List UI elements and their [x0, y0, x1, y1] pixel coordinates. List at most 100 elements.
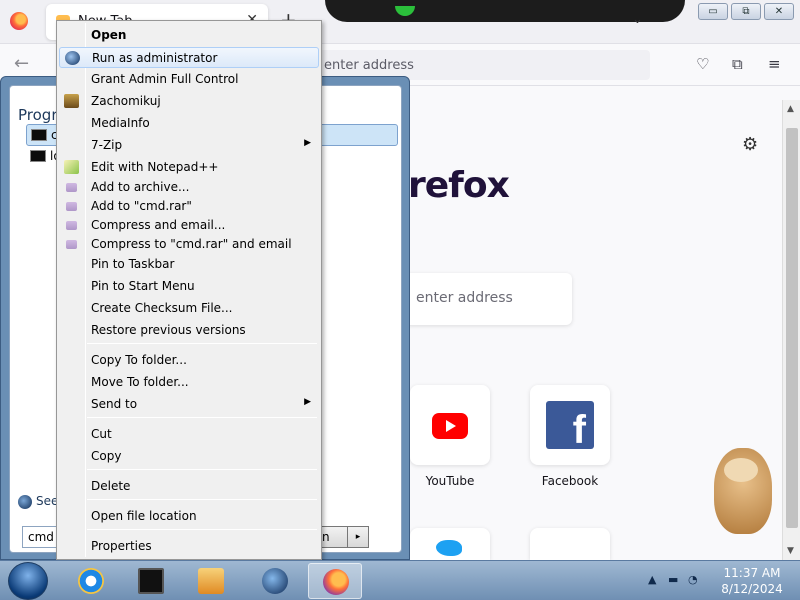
overlay-banner	[325, 0, 685, 22]
shortcut-youtube-label: YouTube	[425, 474, 475, 488]
shortcut-facebook[interactable]: f	[530, 385, 610, 465]
youtube-icon	[432, 413, 468, 439]
context-menu-item-pin-to-taskbar[interactable]: Pin to Taskbar	[59, 254, 319, 275]
context-menu-item-label: Edit with Notepad++	[91, 160, 219, 174]
context-menu-item-label: Cut	[91, 427, 112, 441]
menu-icon[interactable]: ≡	[768, 55, 781, 73]
context-menu-item-label: Move To folder...	[91, 375, 189, 389]
context-menu-item-label: Restore previous versions	[91, 323, 246, 337]
winrar-archive-icon	[66, 202, 77, 211]
context-menu-item-open-file-location[interactable]: Open file location	[59, 506, 319, 527]
context-menu-item-label: Compress to "cmd.rar" and email	[91, 237, 292, 251]
context-menu-item-label: Copy To folder...	[91, 353, 187, 367]
context-menu-item-compress-and-email[interactable]: Compress and email...	[59, 215, 319, 236]
restore-button[interactable]: ⧉	[731, 3, 761, 20]
submenu-arrow-icon: ▶	[304, 397, 311, 407]
context-menu-item-label: Properties	[91, 539, 152, 553]
page-scrollbar[interactable]: ▲ ▼	[782, 100, 800, 560]
context-menu-item-zachomikuj[interactable]: Zachomikuj	[59, 91, 319, 112]
context-menu-item-properties[interactable]: Properties	[59, 536, 319, 557]
context-menu-item-label: MediaInfo	[91, 116, 150, 130]
taskbar-button-media-player[interactable]	[184, 563, 238, 599]
context-menu-separator	[87, 343, 317, 344]
settings-gear-icon[interactable]: ⚙	[742, 134, 758, 155]
context-menu-item-grant-admin-full-control[interactable]: Grant Admin Full Control	[59, 69, 319, 90]
context-menu-item-delete[interactable]: Delete	[59, 476, 319, 497]
command-prompt-icon	[31, 129, 47, 141]
context-menu-item-label: Zachomikuj	[91, 94, 161, 108]
context-menu-item-label: Run as administrator	[92, 51, 218, 65]
zachomikuj-icon	[64, 94, 79, 108]
scroll-down-icon[interactable]: ▼	[787, 546, 794, 556]
context-menu-item-compress-to-cmd-rar-and-email[interactable]: Compress to "cmd.rar" and email	[59, 234, 319, 255]
context-menu-item-label: Send to	[91, 397, 138, 411]
shortcut-empty[interactable]	[530, 528, 610, 560]
context-menu-item-label: 7-Zip	[91, 138, 123, 152]
context-menu-item-cut[interactable]: Cut	[59, 424, 319, 445]
context-menu-item-copy-to-folder[interactable]: Copy To folder...	[59, 350, 319, 371]
context-menu-item-add-to-cmd-rar[interactable]: Add to "cmd.rar"	[59, 196, 319, 217]
winrar-archive-icon	[66, 221, 77, 230]
winrar-archive-icon	[66, 183, 77, 192]
facebook-icon: f	[546, 401, 594, 452]
extensions-icon[interactable]: ⧉	[732, 55, 743, 73]
minimize-button[interactable]: ▭	[698, 3, 728, 20]
context-menu-item-label: Pin to Taskbar	[91, 257, 175, 271]
context-menu-item-label: Pin to Start Menu	[91, 279, 195, 293]
clock-time: 11:37 AM	[723, 566, 781, 580]
close-window-button[interactable]: ✕	[764, 3, 794, 20]
show-hidden-icons[interactable]: ▲	[648, 573, 656, 586]
submenu-arrow-icon: ▶	[304, 138, 311, 148]
see-more-results-link[interactable]: See	[18, 494, 58, 509]
context-menu-item-add-to-archive[interactable]: Add to archive...	[59, 177, 319, 198]
context-menu: Open Run as administrator Grant Admin Full…	[56, 20, 322, 560]
taskbar-button-command-prompt[interactable]	[124, 563, 178, 599]
shortcut-twitter[interactable]	[410, 528, 490, 560]
context-menu-item-label: Add to archive...	[91, 180, 190, 194]
context-menu-item-copy[interactable]: Copy	[59, 446, 319, 467]
shortcut-youtube[interactable]	[410, 385, 490, 465]
search-globe-icon	[18, 494, 32, 509]
taskbar-button-internet-explorer[interactable]	[64, 563, 118, 599]
program-icon	[30, 150, 46, 162]
globe-app-icon	[262, 568, 288, 594]
context-menu-item-7-zip[interactable]: 7-Zip ▶	[59, 135, 319, 156]
taskbar: ▲ ▬ ◔ 11:37 AM 8/12/2024	[0, 560, 800, 600]
taskbar-button-firefox[interactable]	[308, 563, 362, 599]
context-menu-item-restore-previous-versions[interactable]: Restore previous versions	[59, 320, 319, 341]
back-button[interactable]: ←	[14, 53, 29, 74]
context-menu-item-send-to[interactable]: Send to ▶	[59, 394, 319, 415]
context-menu-item-pin-to-start-menu[interactable]: Pin to Start Menu	[59, 276, 319, 297]
context-menu-item-mediainfo[interactable]: MediaInfo	[59, 113, 319, 134]
context-menu-item-label: Compress and email...	[91, 218, 226, 232]
clock-date: 8/12/2024	[721, 582, 783, 596]
context-menu-separator	[87, 529, 317, 530]
context-menu-item-label: Open file location	[91, 509, 197, 523]
action-center-icon[interactable]: ▬	[668, 573, 678, 586]
start-button[interactable]	[8, 562, 48, 600]
page-search-box[interactable]: enter address	[404, 273, 572, 325]
context-menu-item-create-checksum-file[interactable]: Create Checksum File...	[59, 298, 319, 319]
context-menu-item-open[interactable]: Open	[59, 25, 319, 46]
hamster-mascot-image	[702, 438, 782, 538]
network-icon[interactable]: ◔	[688, 573, 698, 586]
scroll-thumb[interactable]	[786, 128, 798, 528]
firefox-icon	[323, 569, 349, 595]
context-menu-separator	[87, 469, 317, 470]
context-menu-item-label: Grant Admin Full Control	[91, 72, 239, 86]
pocket-icon[interactable]: ♡	[696, 55, 709, 73]
scroll-up-icon[interactable]: ▲	[787, 104, 794, 114]
twitter-icon	[436, 540, 462, 556]
context-menu-item-run-as-administrator[interactable]: Run as administrator	[59, 47, 319, 68]
banner-indicator-icon	[395, 6, 415, 16]
clock[interactable]: 11:37 AM 8/12/2024	[712, 565, 792, 597]
url-placeholder: enter address	[324, 58, 414, 73]
list-tabs-button[interactable]: ⌄	[632, 12, 643, 27]
shutdown-options-arrow-icon[interactable]: ▸	[347, 526, 369, 548]
context-menu-item-edit-with-notepad[interactable]: Edit with Notepad++	[59, 157, 319, 178]
taskbar-button-globe-app[interactable]	[248, 563, 302, 599]
admin-shield-globe-icon	[65, 51, 80, 65]
context-menu-item-move-to-folder[interactable]: Move To folder...	[59, 372, 319, 393]
firefox-icon[interactable]	[10, 12, 28, 30]
firefox-wordmark: refox	[408, 165, 510, 206]
